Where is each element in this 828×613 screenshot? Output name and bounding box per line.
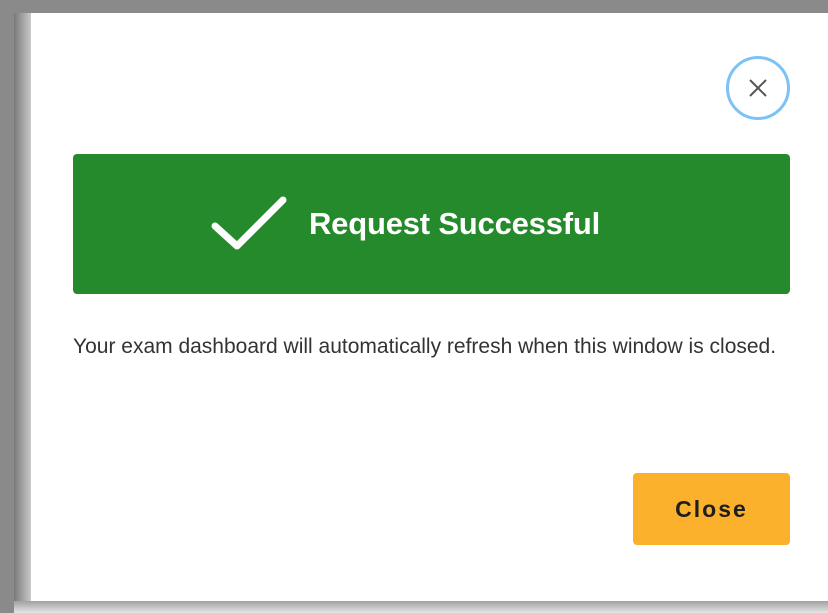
modal-shadow-bottom — [14, 601, 828, 613]
close-icon — [749, 79, 767, 97]
banner-title: Request Successful — [309, 206, 601, 241]
dialog-message: Your exam dashboard will automatically r… — [73, 335, 777, 358]
close-button[interactable]: Close — [633, 473, 790, 545]
checkmark-icon — [211, 196, 287, 252]
modal-shadow — [14, 13, 31, 603]
dialog-close-icon-button[interactable] — [726, 56, 790, 120]
success-banner: Request Successful — [73, 154, 790, 294]
